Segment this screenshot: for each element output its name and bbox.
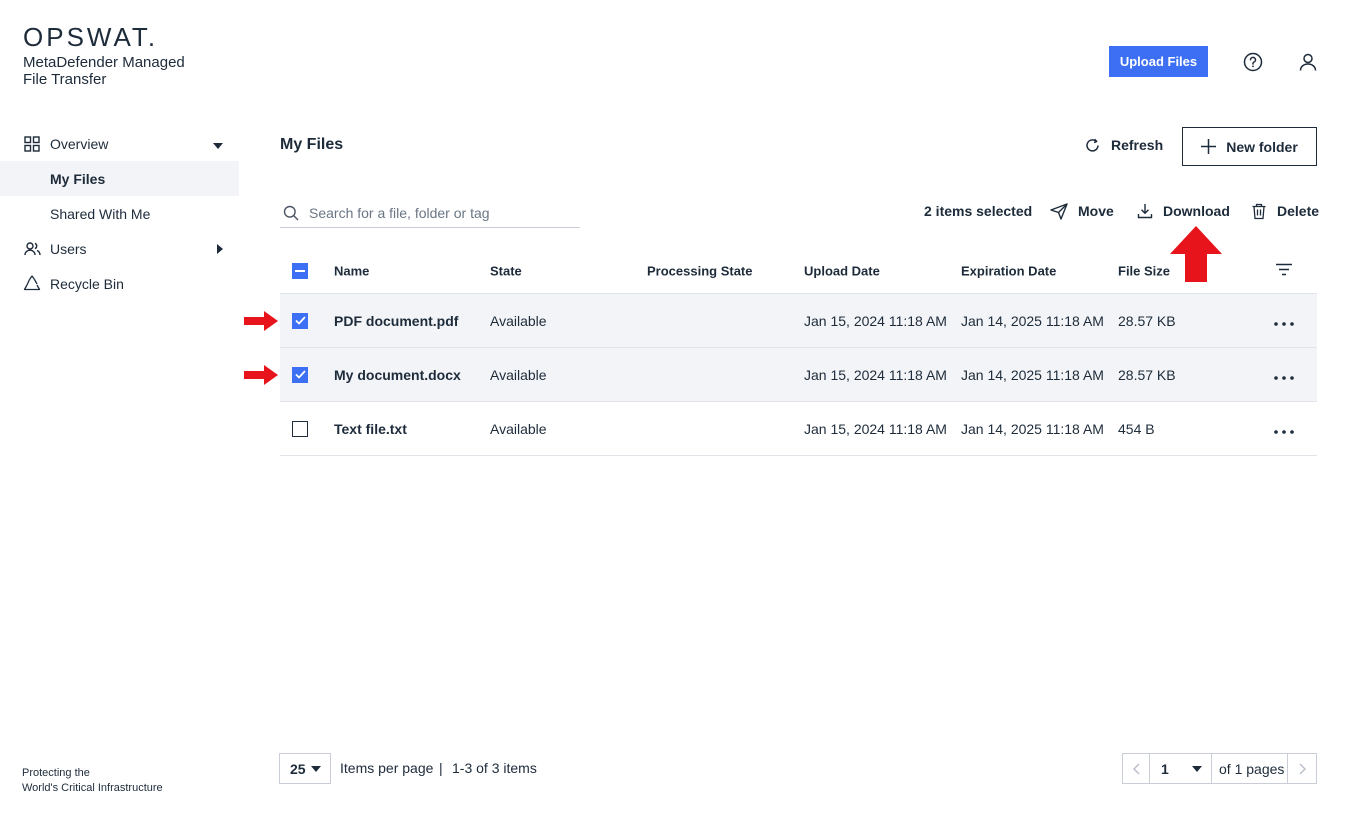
tagline: Protecting the World's Critical Infrastr… xyxy=(22,766,163,796)
sidebar-item-users[interactable]: Users xyxy=(0,231,239,266)
annotation-arrow-right-icon xyxy=(244,365,278,385)
trash-icon xyxy=(1252,203,1266,219)
tagline-line2: World's Critical Infrastructure xyxy=(22,782,163,794)
file-upload-date: Jan 15, 2024 11:18 AM xyxy=(804,366,947,383)
refresh-icon xyxy=(1086,138,1099,152)
sidebar-item-label: Recycle Bin xyxy=(50,275,124,292)
column-header-state[interactable]: State xyxy=(490,263,522,278)
chevron-right-icon xyxy=(1299,763,1306,774)
refresh-label: Refresh xyxy=(1111,137,1164,153)
more-options-icon[interactable] xyxy=(1274,421,1294,437)
pager-separator: | xyxy=(439,760,443,776)
column-header-processing-state[interactable]: Processing State xyxy=(647,263,753,278)
plus-icon xyxy=(1201,139,1217,154)
filter-icon[interactable] xyxy=(1276,263,1292,278)
delete-button[interactable]: Delete xyxy=(1251,202,1319,220)
new-folder-button[interactable]: New folder xyxy=(1182,127,1317,166)
chevron-left-icon xyxy=(1132,763,1139,774)
items-per-page-label: Items per page xyxy=(340,760,434,776)
sidebar-item-my-files[interactable]: My Files xyxy=(0,161,239,196)
caret-right-icon[interactable] xyxy=(217,241,223,257)
file-name[interactable]: My document.docx xyxy=(334,367,461,383)
page-select[interactable]: 1 xyxy=(1150,754,1212,783)
search-box xyxy=(280,198,580,228)
sidebar: Overview My Files Shared With Me Users R… xyxy=(0,126,239,301)
page-count: of 1 pages xyxy=(1212,754,1288,783)
table-row[interactable]: Text file.txt Available Jan 15, 2024 11:… xyxy=(280,402,1317,456)
file-size: 28.57 KB xyxy=(1118,312,1176,329)
file-size: 28.57 KB xyxy=(1118,366,1176,383)
page-navigator: 1 of 1 pages xyxy=(1122,753,1317,784)
file-name[interactable]: PDF document.pdf xyxy=(334,313,458,329)
delete-label: Delete xyxy=(1277,203,1320,219)
search-input[interactable] xyxy=(309,204,569,221)
column-header-upload-date[interactable]: Upload Date xyxy=(804,263,880,278)
caret-down-icon xyxy=(311,766,321,772)
items-range: 1-3 of 3 items xyxy=(452,760,537,776)
move-button[interactable]: Move xyxy=(1050,202,1114,220)
sidebar-item-label: Overview xyxy=(50,135,109,152)
recycle-icon xyxy=(23,275,41,293)
files-table: Name State Processing State Upload Date … xyxy=(280,248,1317,456)
annotation-arrow-right-icon xyxy=(244,311,278,331)
file-state: Available xyxy=(490,366,547,383)
sidebar-item-recycle-bin[interactable]: Recycle Bin xyxy=(0,266,239,301)
download-icon xyxy=(1137,204,1153,219)
file-name[interactable]: Text file.txt xyxy=(334,421,407,437)
file-state: Available xyxy=(490,420,547,437)
file-expiration-date: Jan 14, 2025 11:18 AM xyxy=(961,366,1104,383)
caret-down-icon xyxy=(1192,766,1202,772)
sidebar-item-shared-with-me[interactable]: Shared With Me xyxy=(0,196,239,231)
next-page-button[interactable] xyxy=(1288,754,1316,783)
column-header-name[interactable]: Name xyxy=(334,263,369,278)
table-header: Name State Processing State Upload Date … xyxy=(280,248,1317,294)
more-options-icon[interactable] xyxy=(1274,313,1294,329)
more-options-icon[interactable] xyxy=(1274,367,1294,383)
grid-icon xyxy=(23,135,41,153)
product-name-line2: File Transfer xyxy=(23,71,107,88)
user-icon[interactable] xyxy=(1297,51,1319,73)
previous-page-button[interactable] xyxy=(1123,754,1150,783)
page-title: My Files xyxy=(280,136,344,153)
search-icon xyxy=(283,205,299,220)
row-checkbox[interactable] xyxy=(292,366,308,383)
upload-files-button[interactable]: Upload Files xyxy=(1109,46,1208,77)
file-size: 454 B xyxy=(1118,420,1155,437)
logo-wordmark: OPSWAT. xyxy=(23,22,159,52)
current-page: 1 xyxy=(1161,760,1169,777)
sidebar-item-overview[interactable]: Overview xyxy=(0,126,239,161)
selected-count: 2 items selected xyxy=(924,203,1033,219)
help-circle-icon[interactable] xyxy=(1242,51,1264,73)
download-label: Download xyxy=(1163,203,1230,219)
file-upload-date: Jan 15, 2024 11:18 AM xyxy=(804,420,947,437)
send-icon xyxy=(1050,202,1068,220)
file-expiration-date: Jan 14, 2025 11:18 AM xyxy=(961,420,1104,437)
row-checkbox[interactable] xyxy=(292,312,308,329)
table-row[interactable]: PDF document.pdf Available Jan 15, 2024 … xyxy=(280,294,1317,348)
file-expiration-date: Jan 14, 2025 11:18 AM xyxy=(961,312,1104,329)
sidebar-item-label: Users xyxy=(50,240,87,257)
sidebar-item-label: Shared With Me xyxy=(50,205,151,222)
users-icon xyxy=(23,240,41,258)
column-header-expiration-date[interactable]: Expiration Date xyxy=(961,263,1056,278)
row-checkbox[interactable] xyxy=(292,420,308,437)
sidebar-item-label: My Files xyxy=(50,170,106,187)
new-folder-label: New folder xyxy=(1226,138,1298,155)
table-row[interactable]: My document.docx Available Jan 15, 2024 … xyxy=(280,348,1317,402)
tagline-line1: Protecting the xyxy=(22,767,90,779)
page-size-value: 25 xyxy=(290,760,306,777)
select-all-checkbox[interactable] xyxy=(292,262,308,279)
column-header-file-size[interactable]: File Size xyxy=(1118,263,1170,278)
file-state: Available xyxy=(490,312,547,329)
brand-logo: OPSWAT. MetaDefender Managed File Transf… xyxy=(23,24,185,88)
file-upload-date: Jan 15, 2024 11:18 AM xyxy=(804,312,947,329)
product-name-line1: MetaDefender Managed xyxy=(23,54,185,71)
refresh-button[interactable]: Refresh xyxy=(1084,135,1163,155)
caret-down-icon[interactable] xyxy=(213,136,223,152)
move-label: Move xyxy=(1078,203,1114,219)
download-button[interactable]: Download xyxy=(1137,202,1230,220)
page-size-select[interactable]: 25 xyxy=(279,753,331,784)
